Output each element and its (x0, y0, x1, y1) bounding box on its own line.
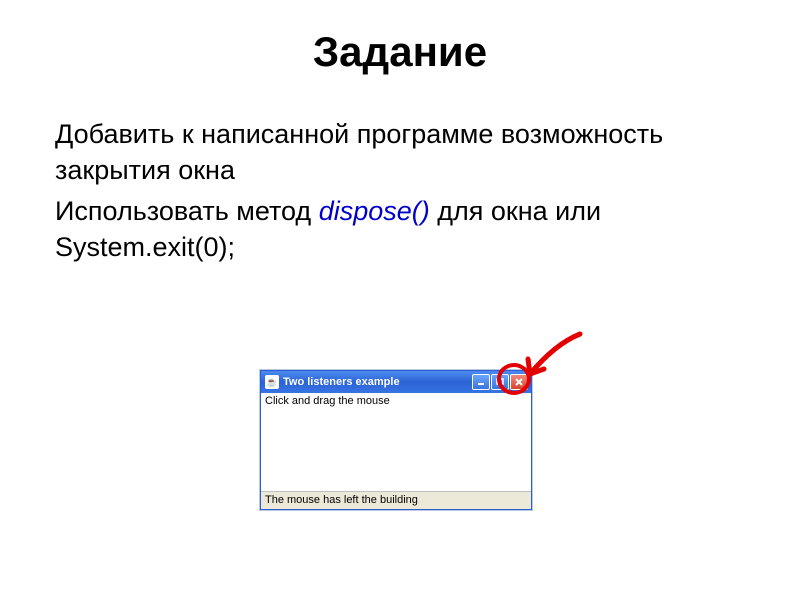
example-window: ☕ Two listeners example Click and drag t… (260, 370, 532, 510)
paragraph-2: Использовать метод dispose() для окна ил… (55, 193, 740, 266)
java-icon: ☕ (265, 375, 279, 389)
maximize-button[interactable] (491, 374, 509, 390)
slide-body: Добавить к написанной программе возможно… (0, 116, 800, 266)
paragraph-1: Добавить к написанной программе возможно… (55, 116, 740, 189)
window-titlebar: ☕ Two listeners example (261, 371, 531, 393)
slide-title: Задание (0, 0, 800, 116)
close-button[interactable] (510, 374, 528, 390)
method-name: dispose() (319, 196, 430, 226)
window-title: Two listeners example (283, 376, 472, 388)
minimize-button[interactable] (472, 374, 490, 390)
window-statusbar: The mouse has left the building (261, 491, 531, 509)
text-before-method: Использовать метод (55, 196, 319, 226)
window-content: Click and drag the mouse (261, 393, 531, 491)
